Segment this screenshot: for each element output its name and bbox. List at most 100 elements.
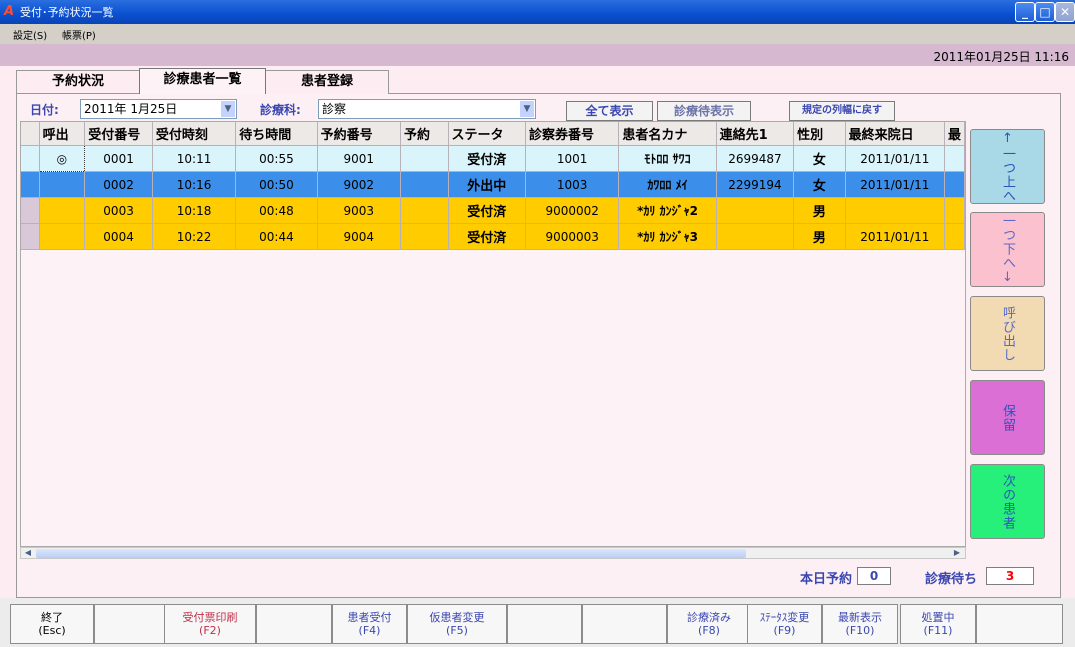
dept-select[interactable]: 診察 ▼ xyxy=(318,99,536,119)
chevron-down-icon[interactable]: ▼ xyxy=(520,101,534,117)
waiting-label: 診療待ち xyxy=(925,572,978,587)
close-button[interactable]: ✕ xyxy=(1055,2,1075,22)
scroll-right-icon[interactable]: ▶ xyxy=(951,548,963,558)
cell-sex: 女 xyxy=(793,171,846,198)
col-header[interactable]: 待ち時間 xyxy=(235,122,318,146)
fkey-label: 仮患者変更 xyxy=(429,611,485,624)
col-header[interactable]: ステータ xyxy=(448,122,526,146)
col-header[interactable]: 患者名カナ xyxy=(618,122,717,146)
move-up-button[interactable]: ↑一つ上へ xyxy=(970,129,1045,204)
col-header[interactable]: 予約 xyxy=(400,122,449,146)
scroll-left-icon[interactable]: ◀ xyxy=(22,548,34,558)
date-picker[interactable]: 2011年 1月25日 ▼ xyxy=(80,99,237,119)
fkey-label: ｽﾃｰﾀｽ変更 xyxy=(759,611,810,624)
col-header[interactable]: 診察券番号 xyxy=(525,122,620,146)
col-header[interactable]: 予約番号 xyxy=(317,122,401,146)
tab-patient-list[interactable]: 診療患者一覧 xyxy=(139,68,266,94)
reset-column-width-button[interactable]: 規定の列幅に戻す xyxy=(789,101,895,121)
fkey-button-5[interactable]: 仮患者変更 (F5) xyxy=(407,604,507,644)
row-selector[interactable] xyxy=(21,197,40,224)
move-down-button[interactable]: 一つ下へ↓ xyxy=(970,212,1045,287)
cell-overflow xyxy=(944,145,965,172)
horizontal-scrollbar[interactable]: ◀ ▶ xyxy=(20,547,966,559)
cell-card: 9000003 xyxy=(525,223,620,250)
close-icon: ✕ xyxy=(1059,5,1071,19)
cell-rsv xyxy=(400,171,449,198)
cell-kana: *ｶﾘ ｶﾝｼﾞｬ2 xyxy=(618,197,717,224)
fkey-empty-7[interactable] xyxy=(582,604,667,644)
cell-sex: 男 xyxy=(793,197,846,224)
row-selector[interactable] xyxy=(21,171,40,198)
fkey-shortcut: (F10) xyxy=(845,624,875,637)
table-row[interactable]: 0004 10:22 00:44 9004 受付済 9000003 *ｶﾘ ｶﾝｼﾞｬ3 男 2… xyxy=(21,223,965,250)
chevron-down-icon[interactable]: ▼ xyxy=(221,101,235,117)
window-title: 受付･予約状況一覧 xyxy=(20,6,114,19)
row-selector[interactable] xyxy=(21,145,40,172)
cell-kana: ﾓﾄﾛﾛ ｻﾜｺ xyxy=(618,145,717,172)
cell-last: 2011/01/11 xyxy=(845,145,945,172)
next-patient-button[interactable]: 次の患者 xyxy=(970,464,1045,539)
fkey-button-9[interactable]: ｽﾃｰﾀｽ変更 (F9) xyxy=(747,604,822,644)
menu-reports[interactable]: 帳票(P) xyxy=(62,27,96,42)
show-all-button[interactable]: 全て表示 xyxy=(566,101,653,121)
patient-grid[interactable]: 呼出 受付番号 受付時刻 待ち時間 予約番号 予約 ステータ 診察券番号 患者名… xyxy=(20,121,966,547)
today-reservations-label: 本日予約 xyxy=(800,572,853,587)
fkey-empty-12[interactable] xyxy=(976,604,1063,644)
fkey-button-10[interactable]: 最新表示 (F10) xyxy=(822,604,898,644)
table-row[interactable]: 0003 10:18 00:48 9003 受付済 9000002 *ｶﾘ ｶﾝｼﾞｬ2 男 xyxy=(21,197,965,224)
minimize-button[interactable]: _ xyxy=(1015,2,1035,22)
row-selector[interactable] xyxy=(21,223,40,250)
scroll-thumb[interactable] xyxy=(36,549,746,558)
tab-reservation-status[interactable]: 予約状況 xyxy=(16,70,140,94)
col-header[interactable]: 連絡先1 xyxy=(716,122,795,146)
fkey-button-0[interactable]: 終了 (Esc) xyxy=(10,604,94,644)
cell-rsv_no: 9002 xyxy=(317,171,401,198)
fkey-empty-3[interactable] xyxy=(256,604,332,644)
cell-last: 2011/01/11 xyxy=(845,171,945,198)
show-waiting-button[interactable]: 診療待表示 xyxy=(657,101,751,121)
col-header[interactable]: 受付番号 xyxy=(84,122,153,146)
fkey-button-4[interactable]: 患者受付 (F4) xyxy=(332,604,407,644)
cell-rsv xyxy=(400,145,449,172)
cell-overflow xyxy=(944,171,965,198)
table-row[interactable]: 0002 10:16 00:50 9002 外出中 1003 ｶﾜﾛﾛ ﾒｲ 2299194 女… xyxy=(21,171,965,198)
fkey-label: 終了 xyxy=(41,611,63,624)
cell-rsv_no: 9001 xyxy=(317,145,401,172)
cell-sex: 女 xyxy=(793,145,846,172)
fkey-label: 受付票印刷 xyxy=(182,611,238,624)
fkey-empty-6[interactable] xyxy=(507,604,582,644)
fkey-shortcut: (F2) xyxy=(199,624,221,637)
cell-overflow xyxy=(944,197,965,224)
cell-tel: 2699487 xyxy=(716,145,795,172)
menu-bar xyxy=(0,24,1075,44)
cell-status: 受付済 xyxy=(448,197,526,224)
col-header[interactable]: 最 xyxy=(944,122,965,146)
cell-overflow xyxy=(944,223,965,250)
col-header[interactable]: 呼出 xyxy=(39,122,86,146)
date-bar xyxy=(0,44,1075,66)
cell-time: 10:16 xyxy=(152,171,237,198)
maximize-icon: □ xyxy=(1039,5,1051,19)
fkey-button-2[interactable]: 受付票印刷 (F2) xyxy=(164,604,256,644)
fkey-empty-1[interactable] xyxy=(94,604,168,644)
maximize-button[interactable]: □ xyxy=(1035,2,1055,22)
call-button[interactable]: 呼び出し xyxy=(970,296,1045,371)
fkey-button-11[interactable]: 処置中 (F11) xyxy=(900,604,976,644)
fkey-label: 処置中 xyxy=(921,611,955,624)
hold-button[interactable]: 保留 xyxy=(970,380,1045,455)
menu-settings[interactable]: 設定(S) xyxy=(13,27,47,42)
cell-time: 10:11 xyxy=(152,145,237,172)
cell-card: 9000002 xyxy=(525,197,620,224)
col-header[interactable]: 受付時刻 xyxy=(152,122,237,146)
cell-tel xyxy=(716,197,795,224)
table-row[interactable]: ◎ 0001 10:11 00:55 9001 受付済 1001 ﾓﾄﾛﾛ ｻﾜｺ 269948… xyxy=(21,145,965,172)
tab-patient-register[interactable]: 患者登録 xyxy=(265,70,389,94)
col-header[interactable]: 最終来院日 xyxy=(845,122,945,146)
col-header[interactable]: 性別 xyxy=(793,122,846,146)
title-bar xyxy=(0,0,1075,24)
fkey-shortcut: (Esc) xyxy=(38,624,66,637)
cell-card: 1001 xyxy=(525,145,620,172)
cell-kana: *ｶﾘ ｶﾝｼﾞｬ3 xyxy=(618,223,717,250)
fkey-button-8[interactable]: 診療済み (F8) xyxy=(667,604,751,644)
dept-value: 診察 xyxy=(322,102,347,116)
